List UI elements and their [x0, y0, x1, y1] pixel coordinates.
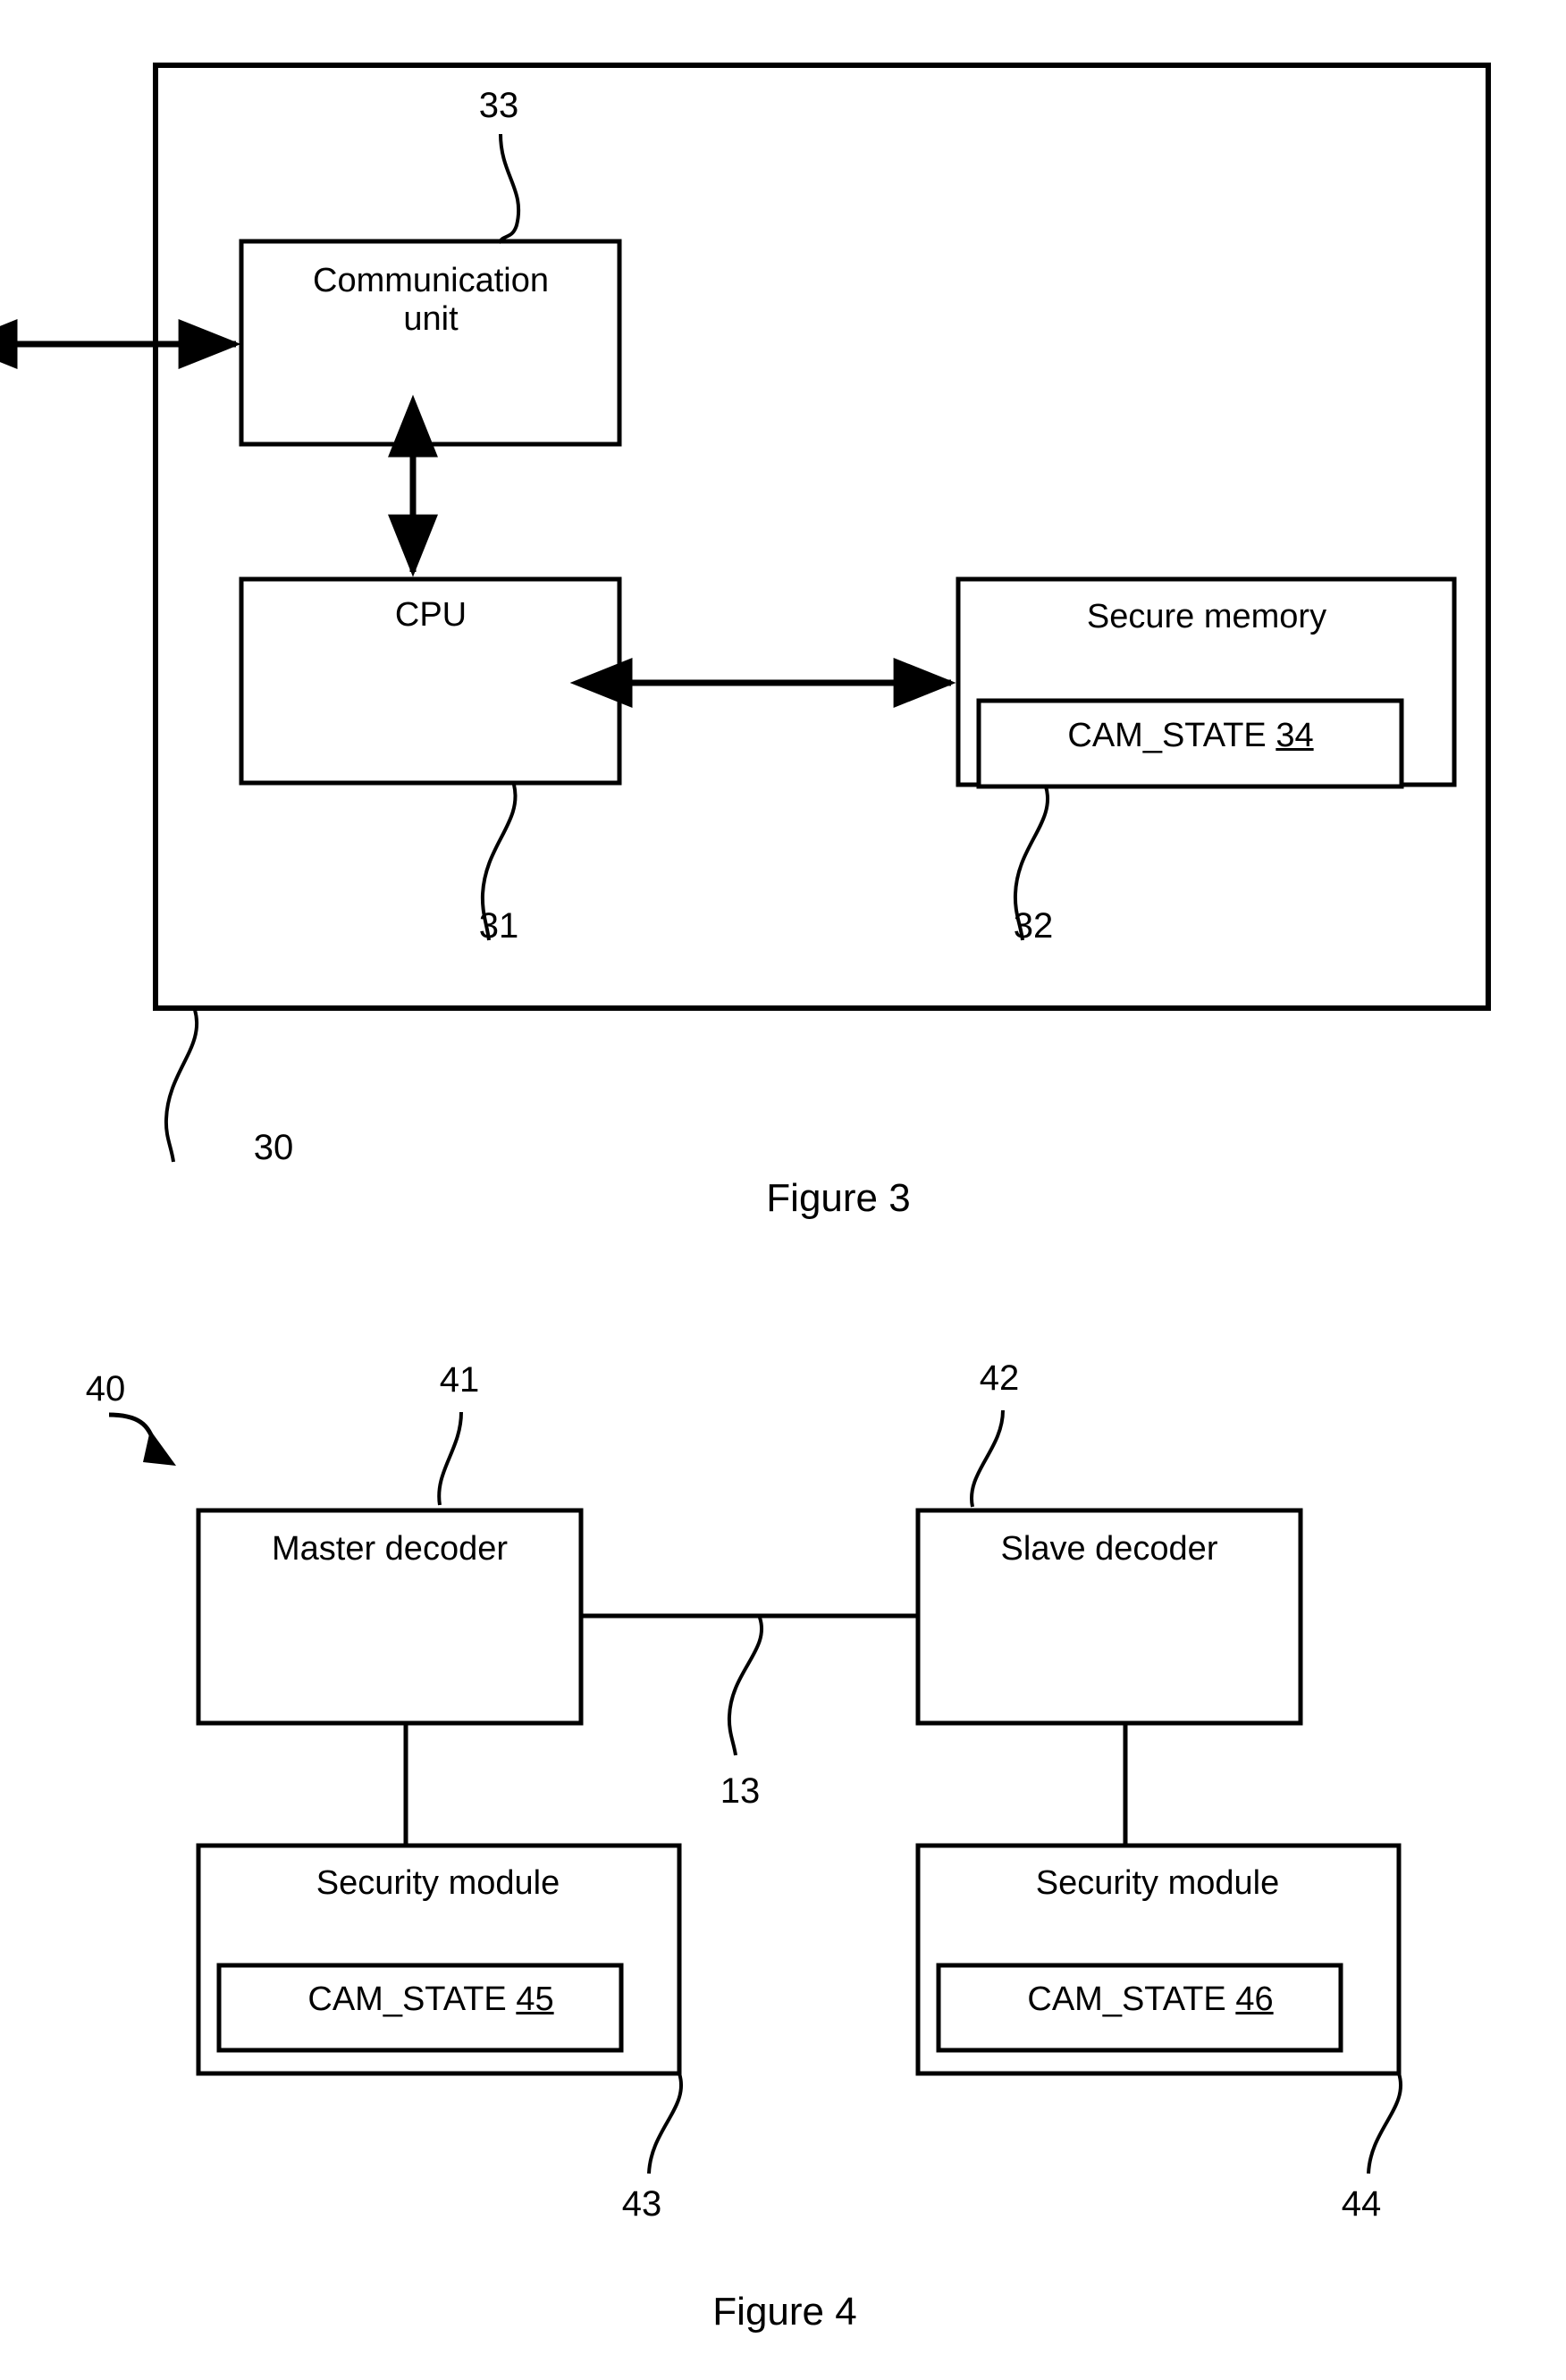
cam-state-34-number: 34 — [1276, 717, 1314, 754]
leader-13 — [727, 1617, 763, 1756]
ref-num-44: 44 — [1341, 2184, 1382, 2224]
cam-state-34-label: CAM_STATE 34 — [985, 717, 1396, 755]
ref-num-42: 42 — [979, 1358, 1020, 1398]
leader-33 — [497, 133, 521, 245]
cam-state-45-name: CAM_STATE — [307, 1981, 507, 2018]
ref-num-43: 43 — [621, 2184, 662, 2224]
leader-40-arrowhead — [143, 1430, 176, 1466]
slave-decoder-label: Slave decoder — [1000, 1530, 1218, 1568]
leader-40 — [108, 1412, 158, 1449]
cam-state-46-number: 46 — [1235, 1981, 1274, 2018]
figure-4-caption: Figure 4 — [712, 2290, 857, 2334]
cam-state-34-name: CAM_STATE — [1067, 717, 1267, 754]
security-module-left-label: Security module — [316, 1864, 560, 1902]
cpu-label: CPU — [394, 596, 467, 634]
ref-num-30: 30 — [253, 1128, 294, 1167]
security-module-right-label: Security module — [1035, 1864, 1280, 1902]
leader-44 — [1367, 2073, 1402, 2174]
leader-42 — [969, 1409, 1005, 1508]
leader-43 — [647, 2073, 683, 2174]
ref-num-32: 32 — [1013, 906, 1054, 946]
ref-num-13: 13 — [720, 1771, 761, 1811]
leader-41 — [437, 1411, 463, 1506]
communication-unit-label-line1: Communication — [313, 262, 549, 299]
master-decoder-label: Master decoder — [271, 1530, 508, 1568]
ref-num-41: 41 — [439, 1360, 480, 1400]
figure-3-caption: Figure 3 — [766, 1176, 911, 1220]
ref-num-31: 31 — [478, 906, 519, 946]
device-outer-frame — [153, 63, 1491, 1011]
cam-state-45-label: CAM_STATE 45 — [234, 1981, 627, 2019]
patent-drawing-page: Communication unit CPU Secure memory CAM… — [0, 0, 1566, 2380]
ref-num-40: 40 — [85, 1369, 126, 1409]
communication-unit-label: Communication unit — [252, 262, 610, 338]
cam-state-46-name: CAM_STATE — [1027, 1981, 1226, 2018]
secure-memory-label: Secure memory — [1086, 598, 1327, 635]
cam-state-45-number: 45 — [516, 1981, 554, 2018]
ref-num-33: 33 — [478, 86, 519, 125]
communication-unit-label-line2: unit — [403, 299, 459, 338]
cam-state-46-label: CAM_STATE 46 — [954, 1981, 1347, 2019]
leader-30 — [164, 1009, 199, 1163]
